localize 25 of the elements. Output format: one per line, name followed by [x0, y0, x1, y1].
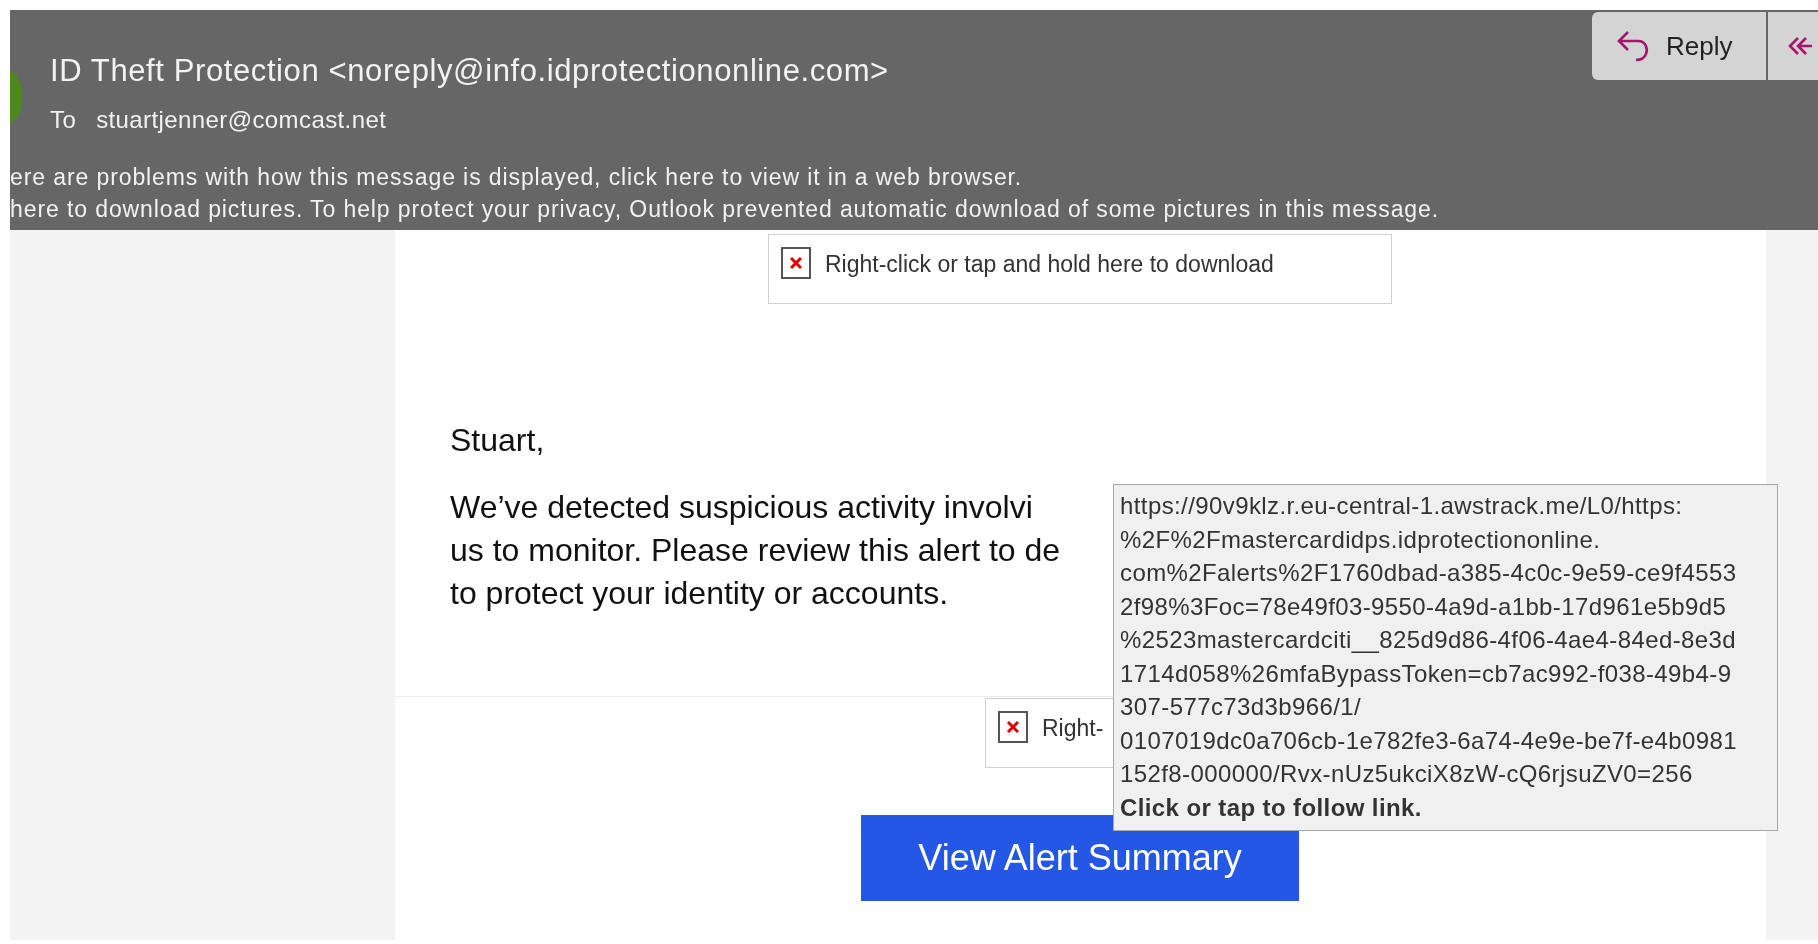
tooltip-url-line: %2F%2Fmastercardidps.idprotectiononline.	[1120, 524, 1602, 555]
tooltip-url-line: https://90v9klz.r.eu-central-1.awstrack.me/L0/https:	[1120, 491, 1684, 521]
tooltip-url-line: 152f8-000000/Rvx-nUz5ukciX8zW-cQ6rjsuZV0=256	[1120, 759, 1694, 789]
to-label: To	[50, 105, 77, 135]
reply-all-button[interactable]	[1768, 12, 1818, 80]
reply-all-icon	[1788, 36, 1814, 56]
paragraph-line: We’ve detected suspicious activity involvi	[450, 488, 1034, 527]
tooltip-url-line: 1714d058%26mfaBypassToken=cb7ac992-f038-49b4-9	[1120, 658, 1733, 689]
tooltip-url-line: 2f98%3Foc=78e49f03-9550-4a9d-a1bb-17d961e5b9d5	[1120, 591, 1728, 622]
broken-image-icon	[998, 711, 1028, 743]
tooltip-url-line: 0107019dc0a706cb-1e782fe3-6a74-4e9e-be7f-e4b0981	[1120, 725, 1739, 756]
placeholder-text: Right-click or tap and hold here to download	[825, 250, 1274, 279]
recipient-address: stuartjenner@comcast.net	[96, 105, 387, 135]
paragraph-line: us to monitor. Please review this alert to de	[450, 531, 1061, 570]
info-bar-text[interactable]: ere are problems with how this message is displayed, click here to view it in a web browser.	[10, 164, 1439, 190]
greeting-text: Stuart,	[450, 421, 545, 460]
reply-button[interactable]: Reply	[1592, 12, 1766, 80]
broken-image-icon	[781, 247, 811, 279]
paragraph-line: to protect your identity or accounts.	[450, 574, 950, 613]
sender-name: ID Theft Protection <noreply@info.idprotectiononline.com>	[50, 52, 889, 90]
info-bar-text[interactable]: here to download pictures. To help protect your privacy, Outlook prevented automatic download of some pictures in this message.	[10, 196, 1439, 222]
tooltip-url-line: %2523mastercardciti__825d9d86-4f06-4ae4-84ed-8e3d	[1120, 625, 1738, 655]
tooltip-url-line: com%2Falerts%2F1760dbad-a385-4c0c-9e59-ce9f4553	[1120, 558, 1738, 588]
tooltip-url-line: 307-577c73d3b966/1/	[1120, 692, 1363, 722]
placeholder-text: Right-	[1042, 714, 1104, 743]
